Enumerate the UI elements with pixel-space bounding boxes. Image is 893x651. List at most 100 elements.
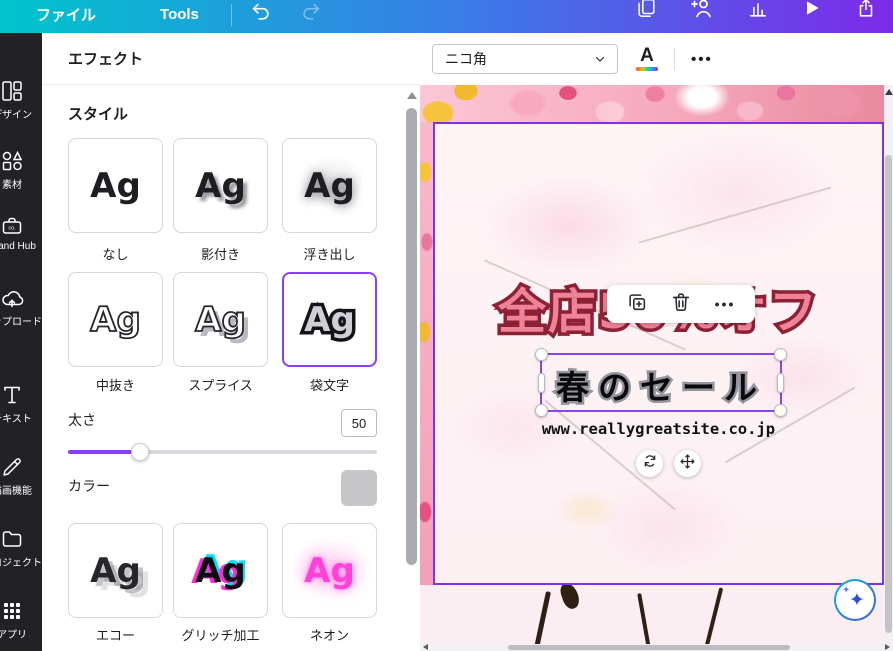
sidebar-item-text[interactable]: テキスト [0, 383, 42, 425]
cherry-blossom-photo-left [420, 122, 433, 585]
style-sample: Ag [304, 300, 355, 340]
duplicate-pages-button[interactable] [635, 0, 657, 24]
style-card-outline-selected[interactable]: Ag [282, 272, 377, 367]
sidebar-item-label: アプリ [0, 626, 27, 641]
resize-handle-top-left[interactable] [535, 348, 548, 361]
style-sample: Ag [195, 300, 246, 340]
style-card-none[interactable]: Ag [68, 138, 163, 233]
style-sample: Ag [195, 166, 246, 206]
topbar-divider [231, 4, 232, 26]
horizontal-scrollbar-thumb[interactable] [508, 645, 790, 650]
magic-assistant-button[interactable]: ✦ ✦ [834, 579, 876, 621]
rainbow-bar [636, 67, 658, 71]
style-card-echo[interactable]: Ag [68, 523, 163, 618]
redo-button[interactable] [300, 0, 322, 27]
pages-icon [635, 0, 657, 24]
style-label-outline: 袋文字 [282, 375, 377, 394]
panel-scrollbar[interactable] [405, 88, 418, 647]
sidebar-item-label: アップロード [0, 313, 42, 328]
selected-text-element[interactable]: 春のセール [542, 355, 780, 410]
text-icon [0, 383, 24, 407]
ellipsis-icon: ••• [715, 296, 736, 312]
sidebar-item-elements[interactable]: 素材 [0, 149, 42, 191]
sidebar-item-design[interactable]: デザイン [0, 79, 42, 121]
style-label-splice: スプライス [173, 375, 268, 394]
sidebar: デザイン 素材 co. Brand Hub アップロード テキスト 描画機能 プ… [0, 33, 42, 651]
scroll-left-arrow-icon[interactable] [423, 644, 428, 650]
file-menu-button[interactable]: ファイル [36, 4, 96, 25]
sidebar-item-draw[interactable]: 描画機能 [0, 455, 42, 497]
canvas-vertical-scrollbar[interactable] [884, 85, 893, 644]
sidebar-item-brand-hub[interactable]: co. Brand Hub [0, 214, 42, 252]
thickness-value-input[interactable]: 50 [341, 409, 377, 437]
style-card-splice[interactable]: Ag [173, 272, 268, 367]
text-color-button[interactable]: A [630, 42, 664, 76]
design-icon [0, 79, 24, 103]
undo-button[interactable] [250, 0, 272, 27]
style-sample: Ag [90, 166, 141, 206]
undo-icon [250, 0, 272, 27]
sidebar-item-label: プロジェクト [0, 554, 42, 569]
style-label-none: なし [68, 244, 163, 263]
delete-element-button[interactable] [666, 289, 696, 319]
style-card-glitch[interactable]: Ag [173, 523, 268, 618]
element-more-options-button[interactable]: ••• [710, 289, 740, 319]
font-family-select[interactable]: ニコ角 [432, 44, 618, 74]
chevron-down-icon [593, 52, 607, 66]
style-sample: Ag [90, 551, 141, 591]
style-label-glitch: グリッチ加工 [173, 625, 268, 644]
website-url-text[interactable]: www.reallygreatsite.co.jp [435, 420, 882, 438]
canvas-horizontal-scrollbar[interactable] [420, 644, 893, 651]
share-button[interactable] [855, 0, 877, 24]
play-icon [802, 0, 822, 23]
thickness-slider-thumb[interactable] [131, 443, 149, 461]
scroll-right-arrow-icon[interactable] [885, 644, 890, 650]
rotate-element-button[interactable] [636, 450, 663, 477]
style-card-shadow[interactable]: Ag [173, 138, 268, 233]
thickness-value: 50 [352, 416, 366, 431]
tools-menu-button[interactable]: Tools [160, 6, 199, 23]
design-canvas[interactable]: 全店50%オフ ••• 春のセール [420, 85, 893, 651]
outline-color-swatch[interactable] [341, 470, 377, 506]
resize-handle-top-right[interactable] [774, 348, 787, 361]
scroll-up-arrow-icon[interactable] [885, 89, 893, 95]
rotate-icon [642, 453, 658, 474]
sparkle-small-icon: ✦ [842, 585, 850, 596]
sidebar-item-label: 素材 [2, 176, 22, 191]
pencil-icon [0, 455, 24, 479]
invite-members-button[interactable] [690, 0, 714, 25]
sidebar-item-label: デザイン [0, 106, 32, 121]
style-card-hollow[interactable]: Ag [68, 272, 163, 367]
font-name: ニコ角 [445, 49, 593, 69]
shapes-icon [0, 149, 24, 173]
present-button[interactable] [802, 0, 822, 23]
design-page-overlay[interactable]: 全店50%オフ ••• 春のセール [433, 122, 884, 585]
branch-graphic [705, 587, 723, 646]
style-card-neon[interactable]: Ag [282, 523, 377, 618]
vertical-scrollbar-thumb[interactable] [885, 155, 892, 633]
panel-title: エフェクト [68, 48, 143, 69]
svg-text:co.: co. [8, 226, 16, 232]
subheadline-text[interactable]: 春のセール [542, 361, 780, 409]
element-floating-toolbar: ••• [607, 285, 755, 323]
insights-button[interactable] [747, 0, 769, 24]
sidebar-item-uploads[interactable]: アップロード [0, 286, 42, 328]
style-label-hollow: 中抜き [68, 375, 163, 394]
sidebar-item-label: Brand Hub [0, 241, 36, 252]
sidebar-item-projects[interactable]: プロジェクト [0, 527, 42, 569]
more-options-button[interactable]: ••• [685, 47, 719, 72]
style-card-lift[interactable]: Ag [282, 138, 377, 233]
thickness-slider-fill [68, 450, 140, 454]
sidebar-item-apps[interactable]: アプリ [0, 599, 42, 641]
scroll-up-arrow-icon[interactable] [407, 92, 417, 99]
move-element-button[interactable] [674, 450, 701, 477]
share-icon [855, 0, 877, 24]
twig-graphic [639, 186, 832, 243]
duplicate-element-button[interactable] [622, 289, 652, 319]
panel-scrollbar-thumb[interactable] [406, 108, 417, 565]
copy-plus-icon [626, 291, 648, 318]
style-sample: Ag [304, 166, 355, 206]
thickness-slider[interactable] [68, 450, 377, 454]
style-label-neon: ネオン [282, 625, 377, 644]
effects-panel: エフェクト スタイル Ag Ag Ag なし 影付き 浮き出し Ag Ag Ag… [42, 33, 421, 651]
